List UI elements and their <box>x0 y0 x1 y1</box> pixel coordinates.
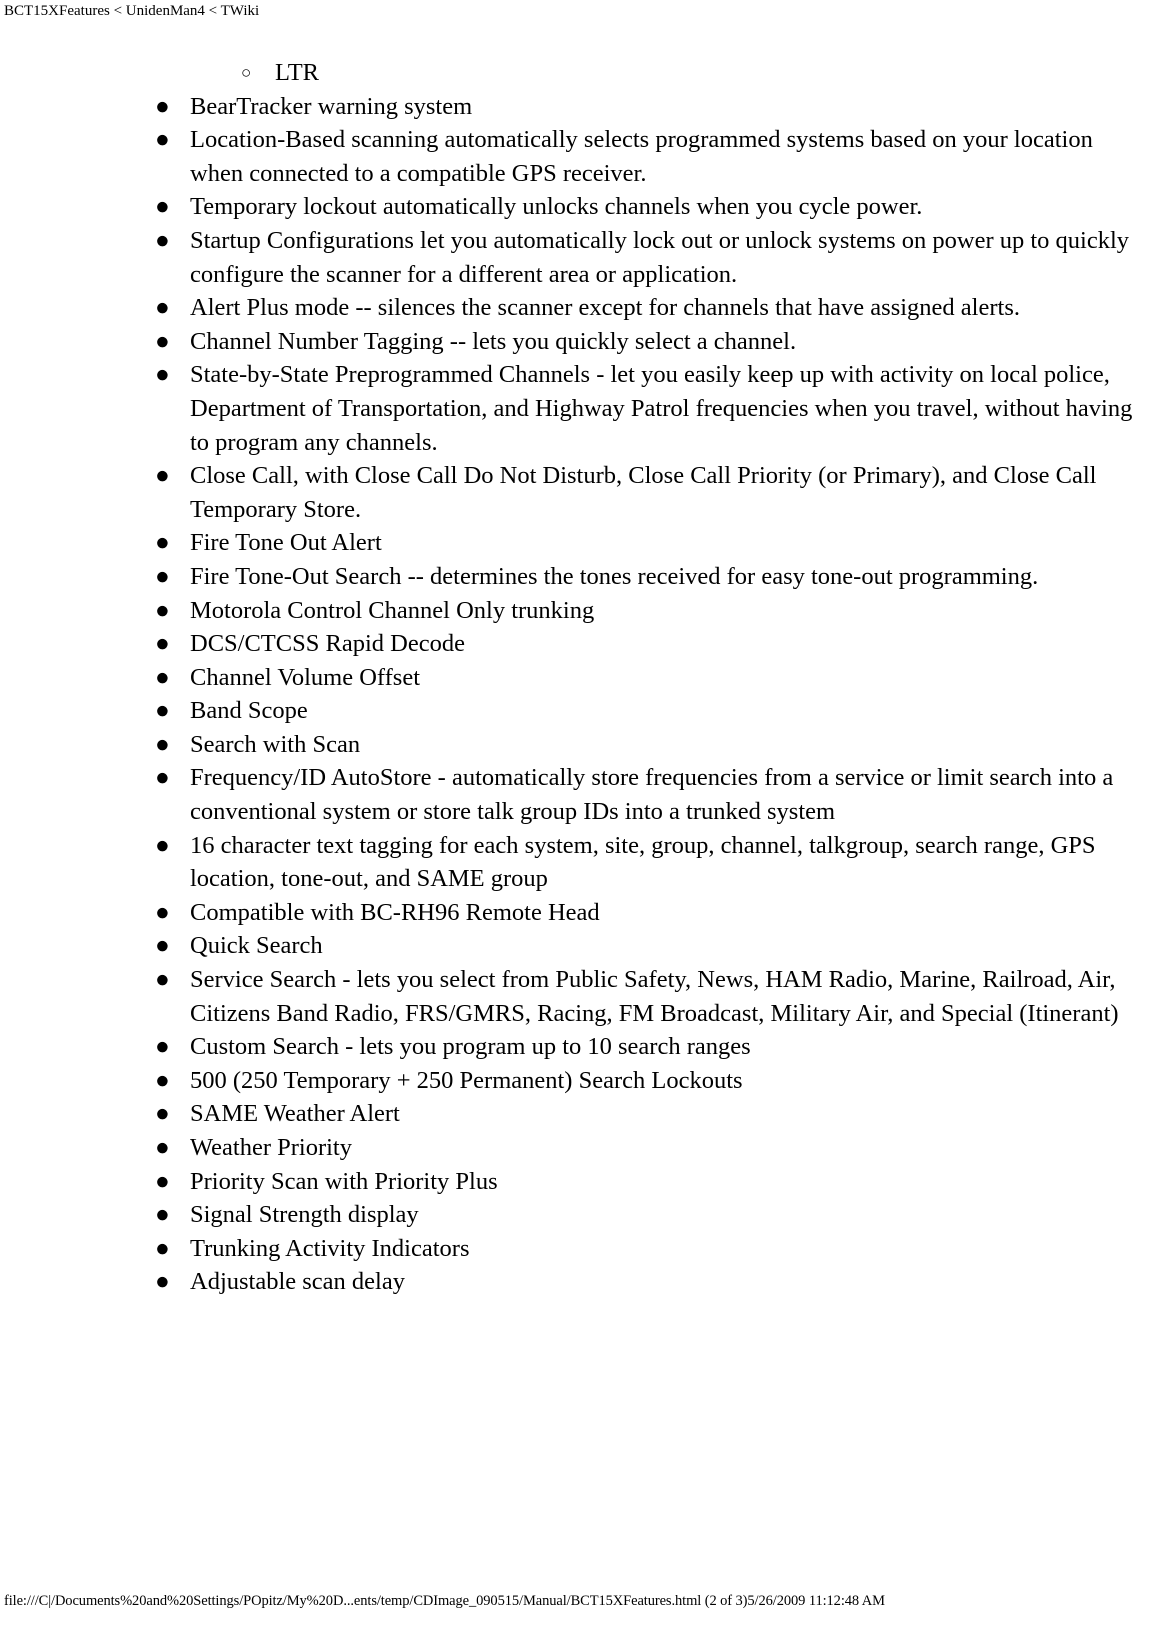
list-item: ● Compatible with BC-RH96 Remote Head <box>0 896 1157 930</box>
list-item: ● DCS/CTCSS Rapid Decode <box>0 627 1157 661</box>
disc-bullet-icon: ● <box>155 462 170 490</box>
list-item: ● State-by-State Preprogrammed Channels -… <box>0 358 1157 459</box>
list-item: ● Band Scope <box>0 694 1157 728</box>
page-footer-path: file:///C|/Documents%20and%20Settings/PO… <box>4 1593 885 1609</box>
list-item-label: State-by-State Preprogrammed Channels - … <box>190 361 1133 456</box>
list-item-label: 500 (250 Temporary + 250 Permanent) Sear… <box>190 1066 743 1094</box>
list-item: ● Adjustable scan delay <box>0 1265 1157 1299</box>
list-item: ● Search with Scan <box>0 728 1157 762</box>
list-item-label: Compatible with BC-RH96 Remote Head <box>190 898 600 926</box>
disc-bullet-icon: ● <box>155 898 170 926</box>
list-item: ● Trunking Activity Indicators <box>0 1232 1157 1266</box>
feature-list: ○ LTR ● BearTracker warning system ● Location… <box>0 56 1157 1299</box>
list-item: ● Frequency/ID AutoStore - automatically … <box>0 761 1157 828</box>
list-item-label: Fire Tone-Out Search -- determines the t… <box>190 562 1039 590</box>
disc-bullet-icon: ● <box>155 1100 170 1128</box>
list-item: ● Close Call, with Close Call Do Not Dist… <box>0 459 1157 526</box>
disc-bullet-icon: ● <box>155 663 170 691</box>
list-item-label: Location-Based scanning automatically se… <box>190 126 1093 187</box>
list-item: ● Channel Volume Offset <box>0 661 1157 695</box>
list-item: ● Location-Based scanning automatically s… <box>0 123 1157 190</box>
disc-bullet-icon: ● <box>155 630 170 658</box>
list-item-label: Frequency/ID AutoStore - automatically s… <box>190 764 1114 826</box>
list-item: ● Motorola Control Channel Only trunking <box>0 594 1157 628</box>
list-item-label: LTR <box>275 59 320 86</box>
list-item-label: Adjustable scan delay <box>190 1268 405 1296</box>
disc-bullet-icon: ● <box>155 327 170 355</box>
list-item: ○ LTR <box>0 56 1157 90</box>
list-item-label: Quick Search <box>190 932 323 960</box>
list-item-label: BearTracker warning system <box>190 92 473 120</box>
list-item-label: Channel Number Tagging -- lets you quick… <box>190 327 797 355</box>
list-item: ● Service Search - lets you select from P… <box>0 963 1157 1030</box>
list-item: ● 16 character text tagging for each syst… <box>0 829 1157 896</box>
list-item: ● Temporary lockout automatically unlocks… <box>0 190 1157 224</box>
list-item: ● Custom Search - lets you program up to … <box>0 1030 1157 1064</box>
list-item-label: Temporary lockout automatically unlocks … <box>190 193 923 221</box>
disc-bullet-icon: ● <box>155 1134 170 1161</box>
disc-bullet-icon: ● <box>155 294 170 322</box>
list-item-label: 16 character text tagging for each syste… <box>190 831 1096 893</box>
disc-bullet-icon: ● <box>155 697 170 725</box>
disc-bullet-icon: ● <box>155 1167 170 1195</box>
disc-bullet-icon: ● <box>155 226 170 254</box>
list-item-label: Service Search - lets you select from Pu… <box>190 966 1119 1027</box>
disc-bullet-icon: ● <box>155 831 170 859</box>
disc-bullet-icon: ● <box>155 1066 170 1094</box>
disc-bullet-icon: ● <box>155 562 170 590</box>
list-item-label: Custom Search - lets you program up to 1… <box>190 1033 751 1061</box>
list-item: ● 500 (250 Temporary + 250 Permanent) Sea… <box>0 1064 1157 1098</box>
disc-bullet-icon: ● <box>155 764 170 792</box>
list-item: ● Fire Tone-Out Search -- determines the … <box>0 560 1157 594</box>
disc-bullet-icon: ● <box>155 1201 170 1229</box>
list-item-label: Trunking Activity Indicators <box>190 1234 470 1262</box>
list-item: ● Startup Configurations let you automati… <box>0 224 1157 291</box>
list-item-label: Channel Volume Offset <box>190 663 421 691</box>
list-item: ● Signal Strength display <box>0 1198 1157 1232</box>
disc-bullet-icon: ● <box>155 529 170 557</box>
disc-bullet-icon: ● <box>155 1234 170 1262</box>
disc-bullet-icon: ● <box>155 596 170 624</box>
list-item-label: Alert Plus mode -- silences the scanner … <box>190 294 1020 322</box>
list-item-label: Signal Strength display <box>190 1201 419 1229</box>
disc-bullet-icon: ● <box>155 730 170 758</box>
list-item: ● Weather Priority <box>0 1131 1157 1165</box>
disc-bullet-icon: ● <box>155 92 170 120</box>
disc-bullet-icon: ● <box>155 361 170 389</box>
list-item: ● Priority Scan with Priority Plus <box>0 1165 1157 1199</box>
list-item-label: Priority Scan with Priority Plus <box>190 1167 498 1195</box>
disc-bullet-icon: ● <box>155 1033 170 1061</box>
list-item-label: Close Call, with Close Call Do Not Distu… <box>190 462 1097 523</box>
disc-bullet-icon: ● <box>155 193 170 221</box>
list-item: ● BearTracker warning system <box>0 90 1157 124</box>
list-item-label: DCS/CTCSS Rapid Decode <box>190 630 465 658</box>
list-item: ● Alert Plus mode -- silences the scanner… <box>0 291 1157 325</box>
list-item: ● SAME Weather Alert <box>0 1097 1157 1131</box>
list-item-label: Band Scope <box>190 697 308 725</box>
circle-bullet-icon: ○ <box>241 63 252 82</box>
page-content: ○ LTR ● BearTracker warning system ● Location… <box>0 56 1157 1299</box>
list-item-label: Search with Scan <box>190 730 361 758</box>
disc-bullet-icon: ● <box>155 126 170 154</box>
page-header-title: BCT15XFeatures < UnidenMan4 < TWiki <box>4 3 260 19</box>
disc-bullet-icon: ● <box>155 932 170 960</box>
disc-bullet-icon: ● <box>155 966 170 994</box>
disc-bullet-icon: ● <box>155 1268 170 1296</box>
list-item-label: Motorola Control Channel Only trunking <box>190 596 595 624</box>
list-item: ● Fire Tone Out Alert <box>0 526 1157 560</box>
list-item-label: Startup Configurations let you automatic… <box>190 226 1130 288</box>
list-item-label: Weather Priority <box>190 1134 352 1161</box>
list-item: ● Channel Number Tagging -- lets you quic… <box>0 325 1157 359</box>
list-item-label: Fire Tone Out Alert <box>190 529 382 557</box>
list-item-label: SAME Weather Alert <box>190 1100 400 1128</box>
list-item: ● Quick Search <box>0 929 1157 963</box>
